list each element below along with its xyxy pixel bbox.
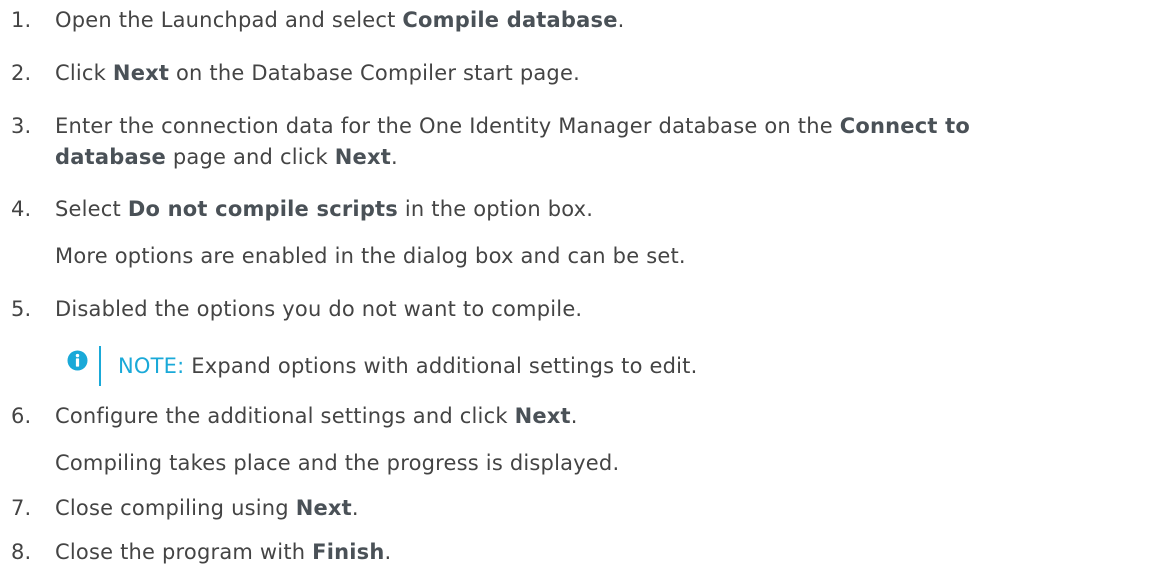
step-text-end: .: [390, 145, 398, 169]
step-detail-text: Compiling takes place and the progress i…: [55, 451, 620, 475]
step-text: Enter the connection data for the One Id…: [55, 114, 840, 138]
note-divider: [99, 346, 101, 386]
step-text-end: .: [617, 8, 625, 32]
step-detail-text: More options are enabled in the dialog b…: [55, 244, 686, 268]
step-number: 2.: [11, 61, 32, 85]
step-number: 8.: [11, 540, 32, 564]
ui-term: Next: [295, 496, 352, 520]
step-text: Close compiling using: [55, 496, 296, 520]
step-number: 4.: [11, 197, 32, 221]
note-label: NOTE:: [118, 354, 185, 378]
ui-term: database: [55, 145, 166, 169]
step-text: Disabled the options you do not want to …: [55, 297, 583, 321]
step-text: Close the program with: [55, 540, 313, 564]
step-number: 7.: [11, 496, 32, 520]
step-number: 6.: [11, 404, 32, 428]
step-number: 5.: [11, 297, 32, 321]
step-text-end: .: [351, 496, 359, 520]
ui-term: Next: [514, 404, 571, 428]
ui-term: Next: [334, 145, 391, 169]
step-text: Click: [55, 61, 113, 85]
ui-term: Do not compile scripts: [127, 197, 398, 221]
ui-term: Connect to: [839, 114, 971, 138]
ui-term: Next: [112, 61, 170, 85]
step-text-end: on the Database Compiler start page.: [169, 61, 580, 85]
step-text: Select: [55, 197, 128, 221]
info-icon: [67, 350, 88, 371]
note-text: Expand options with additional settings …: [184, 354, 698, 378]
step-text: Configure the additional settings and cl…: [55, 404, 515, 428]
note-callout: NOTE: Expand options with additional set…: [0, 346, 1175, 386]
step-number: 1.: [11, 8, 32, 32]
step-text-end: in the option box.: [398, 197, 594, 221]
step-number: 3.: [11, 114, 32, 138]
step-text-end: .: [384, 540, 392, 564]
ui-term: Finish: [312, 540, 385, 564]
step-text: Open the Launchpad and select: [55, 8, 403, 32]
step-text-end: .: [570, 404, 578, 428]
ui-term: Compile database: [402, 8, 618, 32]
step-text: page and click: [165, 145, 335, 169]
